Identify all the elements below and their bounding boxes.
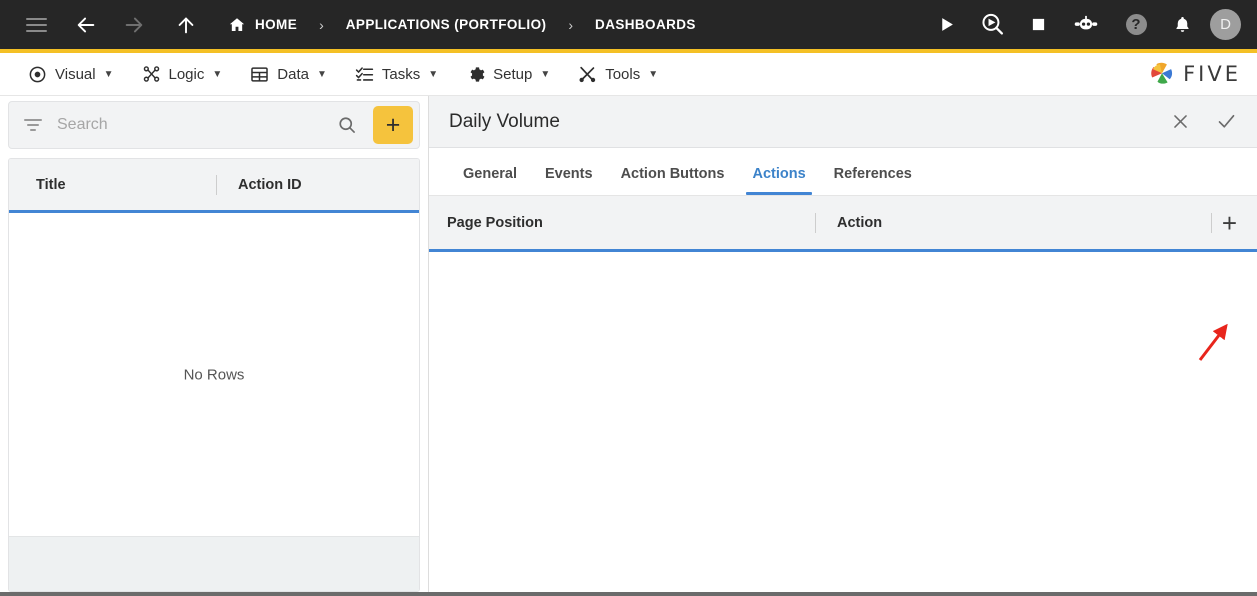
chevron-down-icon: ▼	[212, 68, 223, 80]
menu-item-setup[interactable]: Setup ▼	[452, 53, 564, 95]
back-button[interactable]	[68, 7, 104, 43]
page-title: Daily Volume	[449, 110, 560, 132]
column-header-page-position[interactable]: Page Position	[429, 196, 815, 249]
five-pinwheel-logo-icon	[1151, 62, 1173, 84]
application-menu-bar: Visual ▼ Logic ▼ Data ▼ Tasks ▼ Setup ▼ …	[0, 53, 1257, 96]
dashboards-grid-footer	[9, 536, 419, 591]
brand-logo-text: FIVE	[1183, 62, 1241, 86]
breadcrumb-separator-1: ›	[319, 16, 324, 33]
stop-icon	[1032, 18, 1044, 31]
preview-run-button[interactable]	[974, 7, 1010, 43]
column-header-action-id[interactable]: Action ID	[217, 159, 302, 210]
checkmark-icon	[1218, 114, 1234, 128]
left-list-panel: + Title Action ID No Rows	[8, 96, 420, 596]
main-content-area: + Title Action ID No Rows Daily Volume	[0, 96, 1257, 596]
run-button[interactable]	[928, 7, 964, 43]
help-button[interactable]: ?	[1118, 7, 1154, 43]
menu-item-data-label: Data	[277, 65, 309, 83]
empty-state-message: No Rows	[183, 366, 245, 383]
chevron-down-icon: ▼	[540, 68, 551, 80]
close-icon	[1173, 115, 1187, 128]
eye-icon	[28, 65, 47, 84]
dashboards-grid-header: Title Action ID	[9, 159, 419, 213]
gear-icon	[466, 65, 485, 84]
hamburger-icon	[25, 17, 47, 32]
home-icon	[229, 17, 245, 31]
filter-icon[interactable]	[23, 119, 43, 131]
bot-icon	[1074, 15, 1098, 29]
forward-button[interactable]	[116, 7, 152, 43]
detail-panel-header: Daily Volume	[429, 96, 1257, 148]
chevron-down-icon: ▼	[428, 68, 439, 80]
topbar-left-group: HOME › APPLICATIONS (PORTFOLIO) › DASHBO…	[0, 0, 696, 49]
menu-item-logic-label: Logic	[168, 65, 205, 83]
menu-item-visual[interactable]: Visual ▼	[14, 53, 128, 95]
stop-button[interactable]	[1020, 7, 1056, 43]
user-avatar[interactable]: D	[1210, 9, 1241, 40]
topbar-tools-group: ? D	[928, 0, 1257, 49]
arrow-right-icon	[125, 17, 143, 32]
breadcrumb-home-label: HOME	[255, 17, 298, 32]
hamburger-menu-icon[interactable]	[18, 7, 54, 43]
tab-actions[interactable]: Actions	[738, 166, 819, 195]
column-divider-end[interactable]	[1211, 212, 1212, 233]
detail-panel: Daily Volume General Events Action Butto…	[428, 96, 1257, 596]
menu-item-tools-label: Tools	[605, 65, 641, 83]
search-icon	[339, 117, 355, 133]
chevron-down-icon: ▼	[103, 68, 114, 80]
window-bottom-scrollbar[interactable]	[0, 592, 1257, 596]
arrow-up-icon	[178, 17, 194, 33]
actions-grid-body	[429, 252, 1257, 590]
checklist-icon	[355, 65, 374, 84]
menu-item-tasks[interactable]: Tasks ▼	[341, 53, 452, 95]
breadcrumb-home[interactable]: HOME	[228, 16, 297, 34]
tools-icon	[578, 65, 597, 84]
menu-item-visual-label: Visual	[55, 65, 96, 83]
detail-panel-actions	[1167, 109, 1239, 135]
search-input[interactable]	[57, 116, 329, 134]
menu-item-logic[interactable]: Logic ▼	[128, 53, 237, 95]
notifications-button[interactable]	[1164, 7, 1200, 43]
chevron-down-icon: ▼	[316, 68, 327, 80]
chevron-down-icon: ▼	[648, 68, 659, 80]
run-icon	[941, 18, 953, 31]
tab-events[interactable]: Events	[531, 166, 607, 195]
column-header-title[interactable]: Title	[9, 159, 216, 210]
help-icon: ?	[1125, 14, 1147, 35]
menu-item-setup-label: Setup	[493, 65, 533, 83]
breadcrumb-separator-2: ›	[568, 16, 574, 33]
add-action-row-button[interactable]: +	[1222, 210, 1237, 236]
search-submit-button[interactable]	[329, 115, 365, 135]
tab-action-buttons[interactable]: Action Buttons	[607, 166, 739, 195]
tab-references[interactable]: References	[820, 166, 926, 195]
logic-nodes-icon	[142, 65, 161, 84]
breadcrumb-dashboards[interactable]: DASHBOARDS	[595, 17, 696, 32]
menu-item-tasks-label: Tasks	[381, 65, 421, 83]
breadcrumb-applications[interactable]: APPLICATIONS (PORTFOLIO)	[346, 17, 547, 32]
top-navigation-bar: HOME › APPLICATIONS (PORTFOLIO) › DASHBO…	[0, 0, 1257, 49]
search-bar: +	[8, 101, 420, 149]
menu-item-tools[interactable]: Tools ▼	[564, 53, 672, 95]
assistant-bot-button[interactable]	[1068, 7, 1104, 43]
add-dashboard-button[interactable]: +	[373, 106, 413, 144]
preview-icon	[981, 13, 1003, 35]
tab-general[interactable]: General	[449, 166, 531, 195]
actions-grid-header: Page Position Action +	[429, 196, 1257, 252]
detail-tabs: General Events Action Buttons Actions Re…	[429, 148, 1257, 196]
notifications-bell-icon	[1175, 16, 1189, 32]
up-level-button[interactable]	[168, 7, 204, 43]
dashboards-grid: Title Action ID No Rows	[8, 158, 420, 592]
arrow-left-icon	[77, 17, 95, 32]
close-button[interactable]	[1167, 109, 1193, 135]
menu-item-data[interactable]: Data ▼	[236, 53, 341, 95]
save-button[interactable]	[1213, 109, 1239, 135]
table-grid-icon	[250, 65, 269, 84]
dashboards-grid-body: No Rows	[9, 213, 419, 536]
brand-logo[interactable]: FIVE	[1148, 60, 1241, 88]
column-header-action[interactable]: Action	[816, 196, 882, 249]
